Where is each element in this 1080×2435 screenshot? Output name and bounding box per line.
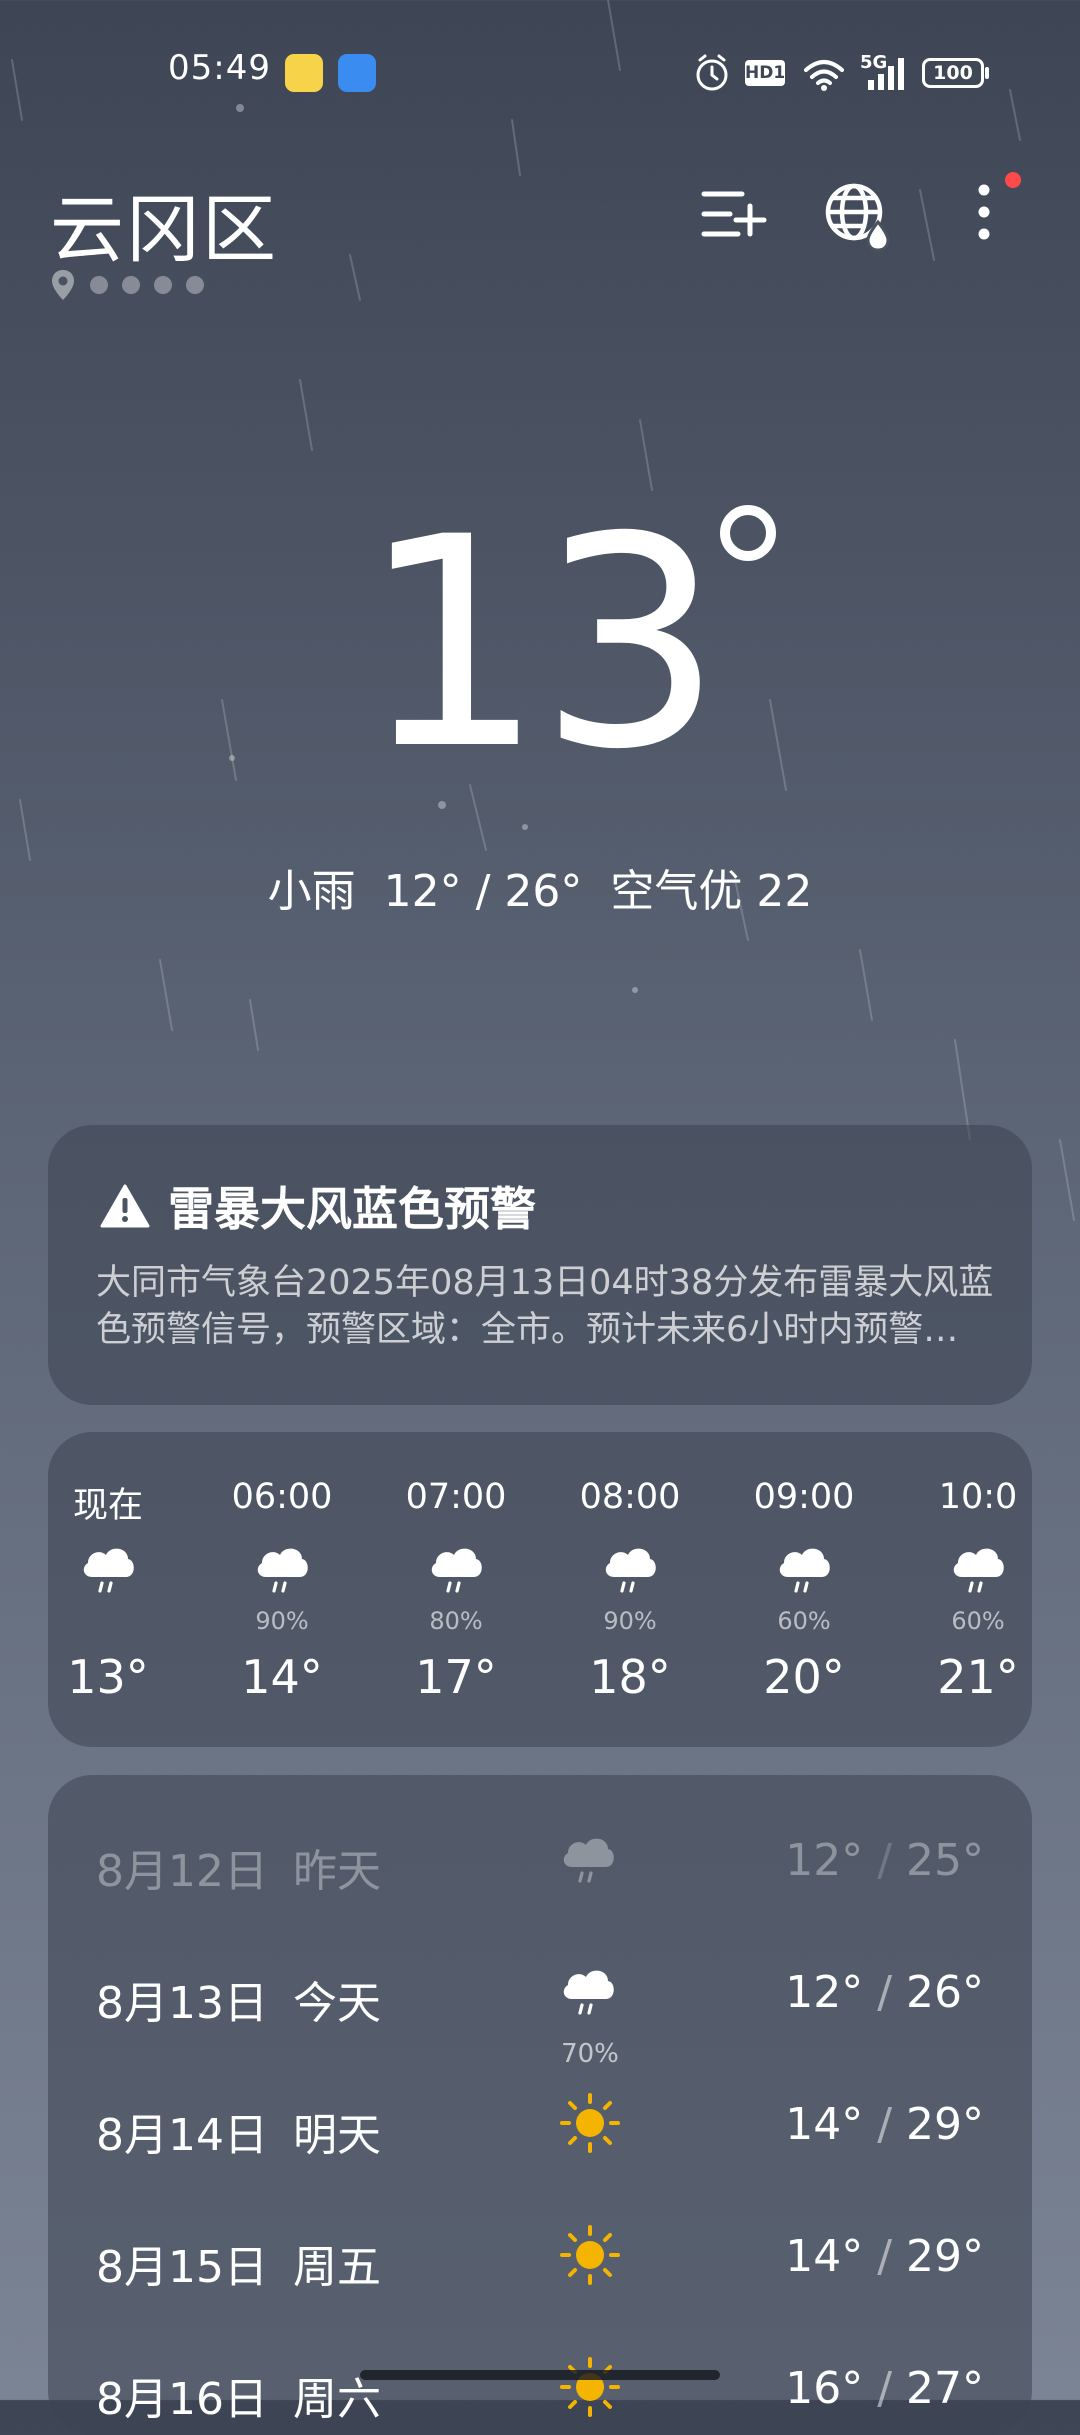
day-label: 周五 (293, 2242, 381, 2293)
daily-forecast-card[interactable]: 8月12日 昨天 12° / 25° 8月13日 今天 70% 12° / 26… (48, 1775, 1032, 2435)
precipitation-probability: 60% (951, 1607, 1005, 1635)
hourly-forecast-card[interactable]: 现在 13° 06:00 90% 14° 07:00 80% 17° 08:00… (48, 1432, 1032, 1747)
degree-symbol (720, 505, 776, 561)
hour-time: 现在 (72, 1486, 143, 1526)
status-bar: 05:49 HD1 5G 100 (0, 0, 1080, 140)
page-dot (154, 276, 172, 294)
rain-cloud-icon (78, 1537, 138, 1601)
daily-row[interactable]: 8月14日 明天 14° / 29° (48, 2071, 1032, 2181)
hour-time: 10:0 (938, 1477, 1018, 1517)
hourly-item: 10:0 60% 21° (903, 1432, 1032, 1747)
day-date: 8月14日 (96, 2110, 268, 2161)
hour-time: 08:00 (579, 1477, 681, 1517)
daily-row[interactable]: 8月15日 周五 14° / 29° (48, 2203, 1032, 2313)
current-temperature: 13 (360, 476, 723, 813)
daily-row[interactable]: 8月16日 周六 16° / 27° (48, 2335, 1032, 2435)
sun-icon (558, 2091, 622, 2155)
location-page-indicator (50, 268, 204, 302)
global-weather-icon[interactable] (820, 176, 896, 252)
weather-alert-card[interactable]: 雷暴大风蓝色预警 大同市气象台2025年08月13日04时38分发布雷暴大风蓝色… (48, 1125, 1032, 1405)
wifi-icon (804, 60, 844, 91)
page-dot (186, 276, 204, 294)
status-time: 05:49 (168, 48, 271, 88)
alarm-icon (696, 54, 728, 91)
rain-cloud-icon (426, 1537, 486, 1601)
hourly-item: 06:00 90% 14° (207, 1432, 357, 1747)
rain-cloud-icon (600, 1537, 660, 1601)
weather-app-notification-icon (338, 54, 376, 92)
day-date: 8月15日 (96, 2242, 268, 2293)
warning-icon (100, 1184, 150, 1228)
alert-title: 雷暴大风蓝色预警 (168, 1182, 536, 1236)
hour-temperature: 20° (763, 1650, 845, 1704)
precipitation-probability: 60% (777, 1607, 831, 1635)
precipitation-probability: 70% (561, 2039, 619, 2069)
hour-temperature: 18° (589, 1650, 671, 1704)
rain-cloud-icon (558, 1827, 622, 1891)
precipitation-probability: 90% (255, 1607, 309, 1635)
notification-dot (1005, 172, 1021, 188)
hour-temperature: 14° (241, 1650, 323, 1704)
hourly-item: 07:00 80% 17° (381, 1432, 531, 1747)
hour-time: 06:00 (231, 1477, 333, 1517)
hour-temperature: 17° (415, 1650, 497, 1704)
hourly-item: 08:00 90% 18° (555, 1432, 705, 1747)
location-pin-icon (52, 270, 74, 300)
hour-time: 09:00 (753, 1477, 855, 1517)
page-dot (90, 276, 108, 294)
day-label: 昨天 (293, 1846, 381, 1897)
rain-cloud-icon (252, 1537, 312, 1601)
city-name[interactable]: 云冈区 (50, 170, 278, 277)
rain-cloud-icon (948, 1537, 1008, 1601)
hour-time: 07:00 (405, 1477, 507, 1517)
rain-cloud-icon (558, 1959, 622, 2023)
hourly-item: 现在 13° (48, 1432, 183, 1747)
day-date: 8月13日 (96, 1978, 268, 2029)
weather-summary[interactable]: 小雨 12° / 26° 空气优 22 (0, 855, 1080, 919)
daily-row[interactable]: 8月13日 今天 70% 12° / 26° (48, 1939, 1032, 2069)
page-dot (122, 276, 140, 294)
signal-icon (868, 58, 904, 90)
day-temperature-range: 12° / 25° (785, 1835, 984, 1886)
day-label: 今天 (293, 1978, 381, 2029)
precipitation-probability: 80% (429, 1607, 483, 1635)
sun-icon (558, 2223, 622, 2287)
day-temperature-range: 14° / 29° (785, 2231, 984, 2282)
day-date: 8月16日 (96, 2374, 268, 2425)
sun-icon (558, 2355, 622, 2419)
day-date: 8月12日 (96, 1846, 268, 1897)
hd-badge: HD1 (745, 52, 787, 94)
add-city-button[interactable] (694, 176, 770, 252)
day-temperature-range: 12° / 26° (785, 1967, 984, 2018)
weibo-notification-icon (285, 54, 323, 92)
hourly-item: 09:00 60% 20° (729, 1432, 879, 1747)
home-indicator[interactable] (360, 2370, 720, 2380)
battery-indicator: 100 (922, 52, 990, 94)
precipitation-probability: 90% (603, 1607, 657, 1635)
day-label: 明天 (293, 2110, 381, 2161)
hour-temperature: 21° (937, 1650, 1019, 1704)
day-temperature-range: 16° / 27° (785, 2363, 984, 2414)
rain-cloud-icon (774, 1537, 834, 1601)
alert-description: 大同市气象台2025年08月13日04时38分发布雷暴大风蓝 色预警信号，预警区域… (96, 1263, 994, 1350)
day-temperature-range: 14° / 29° (785, 2099, 984, 2150)
hour-temperature: 13° (67, 1650, 149, 1704)
daily-row[interactable]: 8月12日 昨天 12° / 25° (48, 1807, 1032, 1917)
